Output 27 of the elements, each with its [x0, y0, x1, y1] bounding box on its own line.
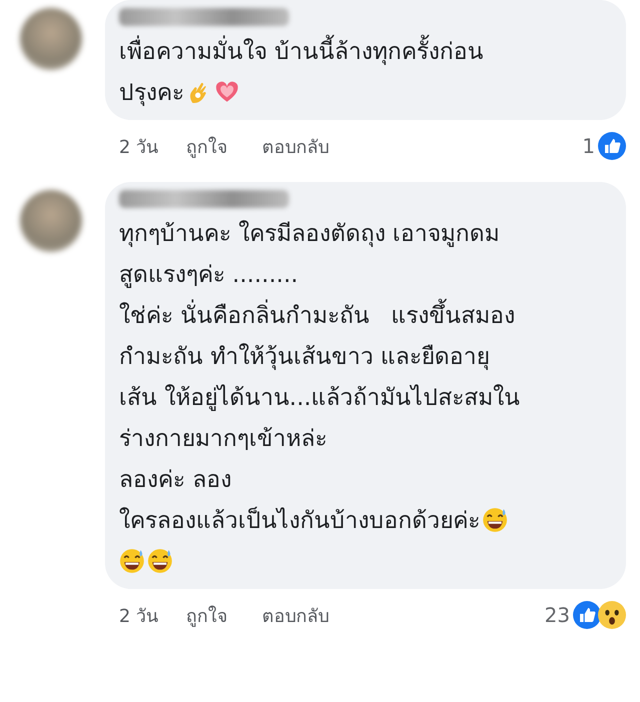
surprised-face-icon — [598, 601, 626, 629]
comment-text: ทุกๆบ้านคะ ใครมีลองตัดถุง เอาจมูกดม — [119, 219, 500, 249]
grinning-sweat-icon — [482, 506, 508, 532]
like-link[interactable]: ถูกใจ — [186, 600, 228, 630]
reply-link[interactable]: ตอบกลับ — [262, 132, 330, 160]
comment-text: ลองค่ะ ลอง — [119, 466, 232, 494]
avatar-placeholder — [20, 190, 82, 252]
reply-link[interactable]: ตอบกลับ — [262, 600, 330, 630]
reaction-count: 23 — [544, 603, 570, 627]
comment-text: ร่างกายมากๆเข้าหล่ะ — [119, 424, 327, 454]
comment-text: เส้น ให้อยู่ได้นาน...แล้วถ้ามันไปสะสมใน — [119, 383, 520, 413]
comment-text: เพื่อความมั่นใจ บ้านนี้ล้างทุกครั้งก่อน — [119, 32, 484, 68]
comment-text: กำมะถัน ทำให้วุ้นเส้นขาว และยืดอายุ — [119, 342, 490, 372]
grinning-sweat-icon — [147, 548, 173, 574]
thumbs-up-icon — [598, 132, 626, 160]
comment-text: ใช่ค่ะ นั่นคือกลิ่นกำมะถัน แรงขึ้นสมอง — [119, 296, 516, 332]
comment-text: ใครลองแล้วเป็นไงกันบ้างบอกด้วยค่ะ — [119, 506, 480, 536]
comment-time: 2 วัน — [119, 604, 158, 628]
heart-icon — [214, 78, 240, 104]
grinning-sweat-icon — [119, 548, 145, 574]
like-link[interactable]: ถูกใจ — [186, 132, 228, 160]
comment-time: 2 วัน — [119, 136, 158, 160]
reaction-count: 1 — [582, 134, 595, 158]
comment-text: สูดแรงๆค่ะ ......... — [119, 260, 298, 290]
thumbs-up-icon — [573, 601, 601, 629]
avatar-placeholder — [20, 8, 82, 70]
comment-text: ปรุงคะ — [119, 78, 184, 108]
